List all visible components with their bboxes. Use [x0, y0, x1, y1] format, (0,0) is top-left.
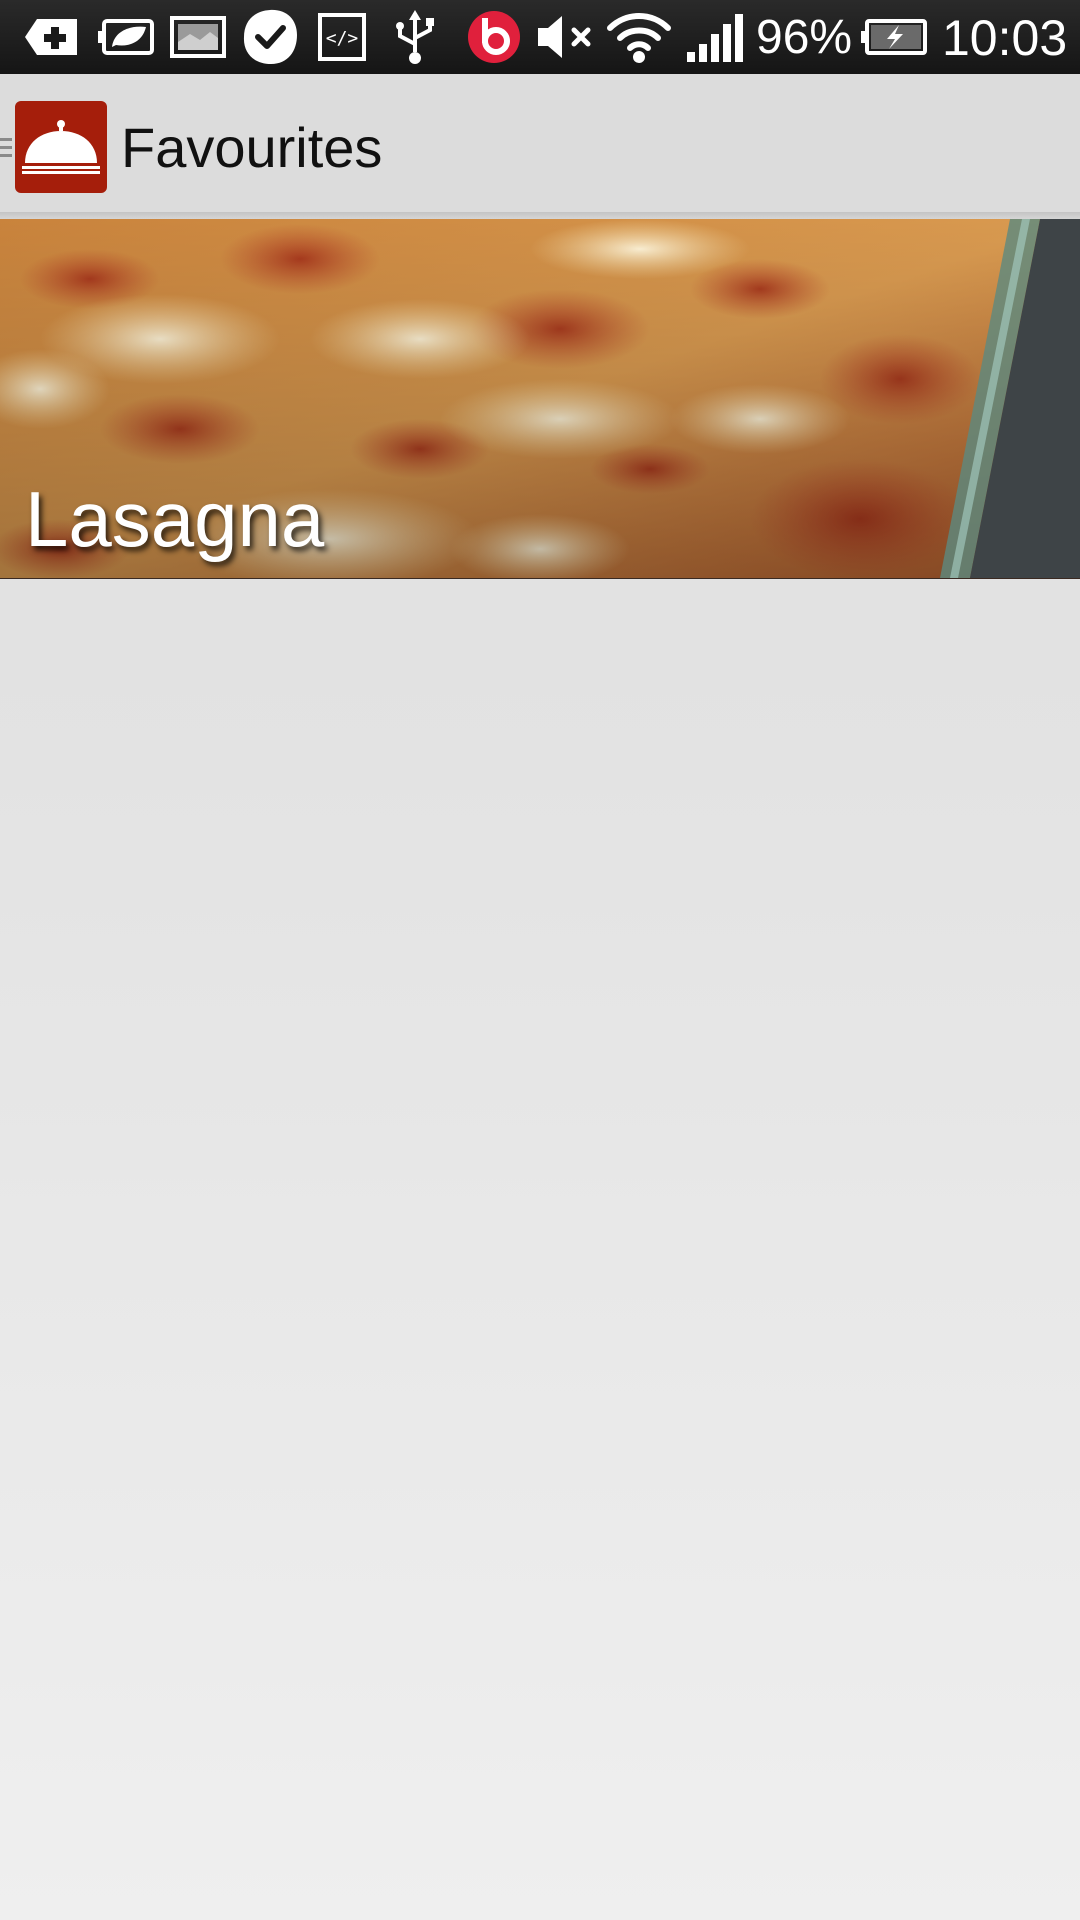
- eco-battery-icon: [96, 0, 156, 74]
- mute-icon: [534, 0, 596, 74]
- drawer-indicator-icon[interactable]: [0, 138, 14, 160]
- page-title: Favourites: [121, 116, 383, 179]
- battery-percent: 96%: [756, 11, 853, 64]
- signal-icon: [684, 0, 746, 74]
- svg-text:</>: </>: [326, 28, 359, 49]
- action-bar-shadow: [0, 212, 1080, 219]
- code-icon: </>: [316, 0, 368, 74]
- favourite-recipe-card[interactable]: Lasagna: [0, 219, 1080, 579]
- gallery-icon: [170, 0, 226, 74]
- serving-dome-icon: [22, 120, 100, 174]
- task-check-icon: [240, 0, 300, 74]
- clock: 10:03: [942, 10, 1068, 66]
- status-bar: </> 96% 10:03: [0, 0, 1080, 74]
- wifi-icon: [604, 0, 674, 74]
- recipe-name: Lasagna: [25, 475, 325, 563]
- add-box-icon: [22, 0, 82, 74]
- beats-audio-icon: [466, 0, 522, 74]
- battery-charging-icon: [858, 0, 928, 74]
- app-logo-button[interactable]: [15, 101, 107, 193]
- usb-icon: [390, 0, 440, 74]
